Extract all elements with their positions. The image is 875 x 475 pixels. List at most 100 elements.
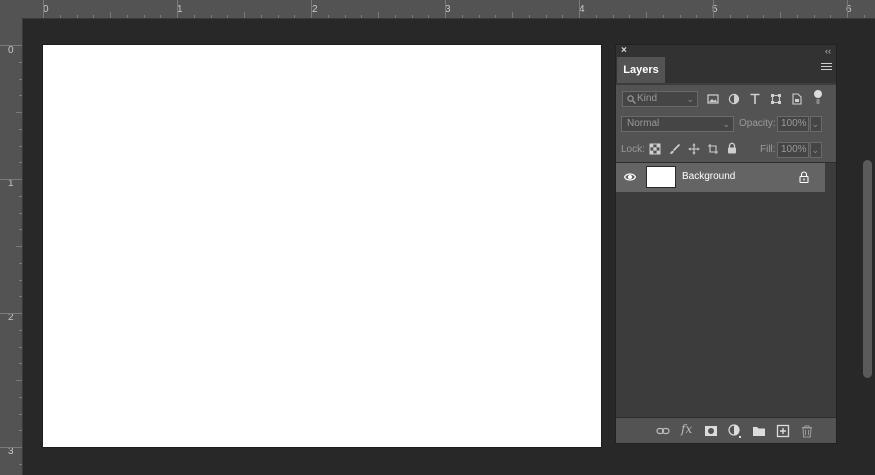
ruler-tick [0,179,22,180]
layers-panel: × ‹‹ Layers Kind ⌄ Normal ⌄ Opacity: 100… [615,44,837,444]
layer-name[interactable]: Background [682,171,735,182]
vertical-ruler[interactable]: 0 1 2 3 [0,18,23,475]
ruler-tick [277,15,279,18]
ruler-tick [813,15,815,18]
ruler-tick [16,380,22,381]
ruler-tick [780,12,781,18]
image-filter-icon[interactable] [707,93,719,105]
ruler-tick [19,162,22,164]
ruler-tick [545,15,547,18]
ruler-tick [311,0,312,18]
ruler-tick [562,15,564,18]
blend-row: Normal ⌄ Opacity: 100% ⌄ [616,113,836,135]
add-mask-icon[interactable] [704,424,718,438]
collapse-panel-icon[interactable]: ‹‹ [825,46,831,56]
ruler-tick [160,15,162,18]
ruler-tick [411,15,413,18]
ruler-tick [428,15,430,18]
new-group-folder-icon[interactable] [752,424,766,438]
ruler-label: 3 [8,446,14,457]
filter-kind-select[interactable]: Kind ⌄ [622,91,698,107]
eye-icon[interactable] [624,172,636,182]
ruler-tick [177,0,178,18]
tab-layers[interactable]: Layers [617,57,665,83]
lock-image-pixels-icon[interactable] [669,143,681,155]
ruler-tick [595,15,597,18]
layer-item-background[interactable]: Background [616,163,825,192]
chevron-down-icon: ⌄ [686,94,694,104]
panel-title-bar: × ‹‹ [616,45,836,57]
panel-menu-icon[interactable] [821,63,832,73]
lock-artboard-icon[interactable] [707,143,719,155]
horizontal-ruler[interactable]: 0 1 2 3 4 5 6 [22,0,875,19]
smart-object-filter-icon[interactable] [791,93,803,105]
fill-value: 100% [781,144,807,155]
vertical-scrollbar[interactable] [863,160,872,378]
ruler-tick [495,15,497,18]
document-canvas[interactable] [43,45,601,447]
ruler-label: 1 [8,178,14,189]
type-filter-icon[interactable] [749,93,761,105]
ruler-tick [0,313,22,314]
ruler-tick [344,15,346,18]
new-adjustment-layer-icon[interactable] [728,424,742,438]
ruler-tick [646,12,647,18]
adjustment-filter-icon[interactable] [728,93,740,105]
ruler-tick [361,15,363,18]
ruler-tick [19,430,22,432]
ruler-tick [260,15,262,18]
chevron-down-icon: ⌄ [722,119,730,129]
opacity-input[interactable]: 100% [777,116,809,132]
ruler-tick [796,15,798,18]
delete-layer-icon[interactable] [800,424,814,438]
ruler-tick [528,15,530,18]
lock-position-icon[interactable] [688,143,700,155]
blend-mode-value: Normal [627,118,660,129]
ruler-tick [294,15,296,18]
lock-transparent-pixels-icon[interactable] [649,143,661,155]
ruler-tick [19,212,22,214]
ruler-tick [19,145,22,147]
ruler-tick [512,12,513,18]
blend-mode-select[interactable]: Normal ⌄ [621,116,734,132]
lock-all-icon[interactable] [726,142,738,154]
ruler-tick [210,15,212,18]
ruler-tick [244,12,245,18]
new-layer-icon[interactable] [776,424,790,438]
lock-icon[interactable] [799,171,809,183]
lock-label: Lock: [621,144,645,155]
filter-toggle-icon[interactable] [813,89,823,105]
ruler-tick [19,95,22,97]
ruler-tick [830,15,832,18]
filter-kind-label: Kind [637,93,658,104]
ruler-tick [19,363,22,365]
ruler-tick [93,15,95,18]
ruler-tick [59,15,61,18]
link-layers-icon[interactable] [656,424,670,438]
ruler-tick [729,15,731,18]
ruler-tick [696,15,698,18]
fill-input[interactable]: 100% [777,142,809,158]
ruler-label: 2 [8,312,14,323]
ruler-tick [19,229,22,231]
ruler-tick [19,346,22,348]
chevron-down-icon: ⌄ [811,119,819,129]
ruler-tick [193,15,195,18]
opacity-dropdown[interactable]: ⌄ [810,116,822,132]
ruler-tick [19,195,22,197]
ruler-tick [19,463,22,465]
opacity-value: 100% [781,118,807,129]
close-panel-icon[interactable]: × [621,46,627,56]
fx-icon[interactable]: fx [681,422,692,436]
ruler-tick [19,262,22,264]
ruler-tick [126,15,128,18]
ruler-tick [579,0,580,18]
layer-thumbnail[interactable] [646,166,676,188]
shape-filter-icon[interactable] [770,93,782,105]
ruler-tick [19,296,22,298]
ruler-tick [19,279,22,281]
ruler-tick [679,15,681,18]
fill-dropdown[interactable]: ⌄ [810,142,822,158]
ruler-tick [863,15,865,18]
ruler-tick [0,447,22,448]
